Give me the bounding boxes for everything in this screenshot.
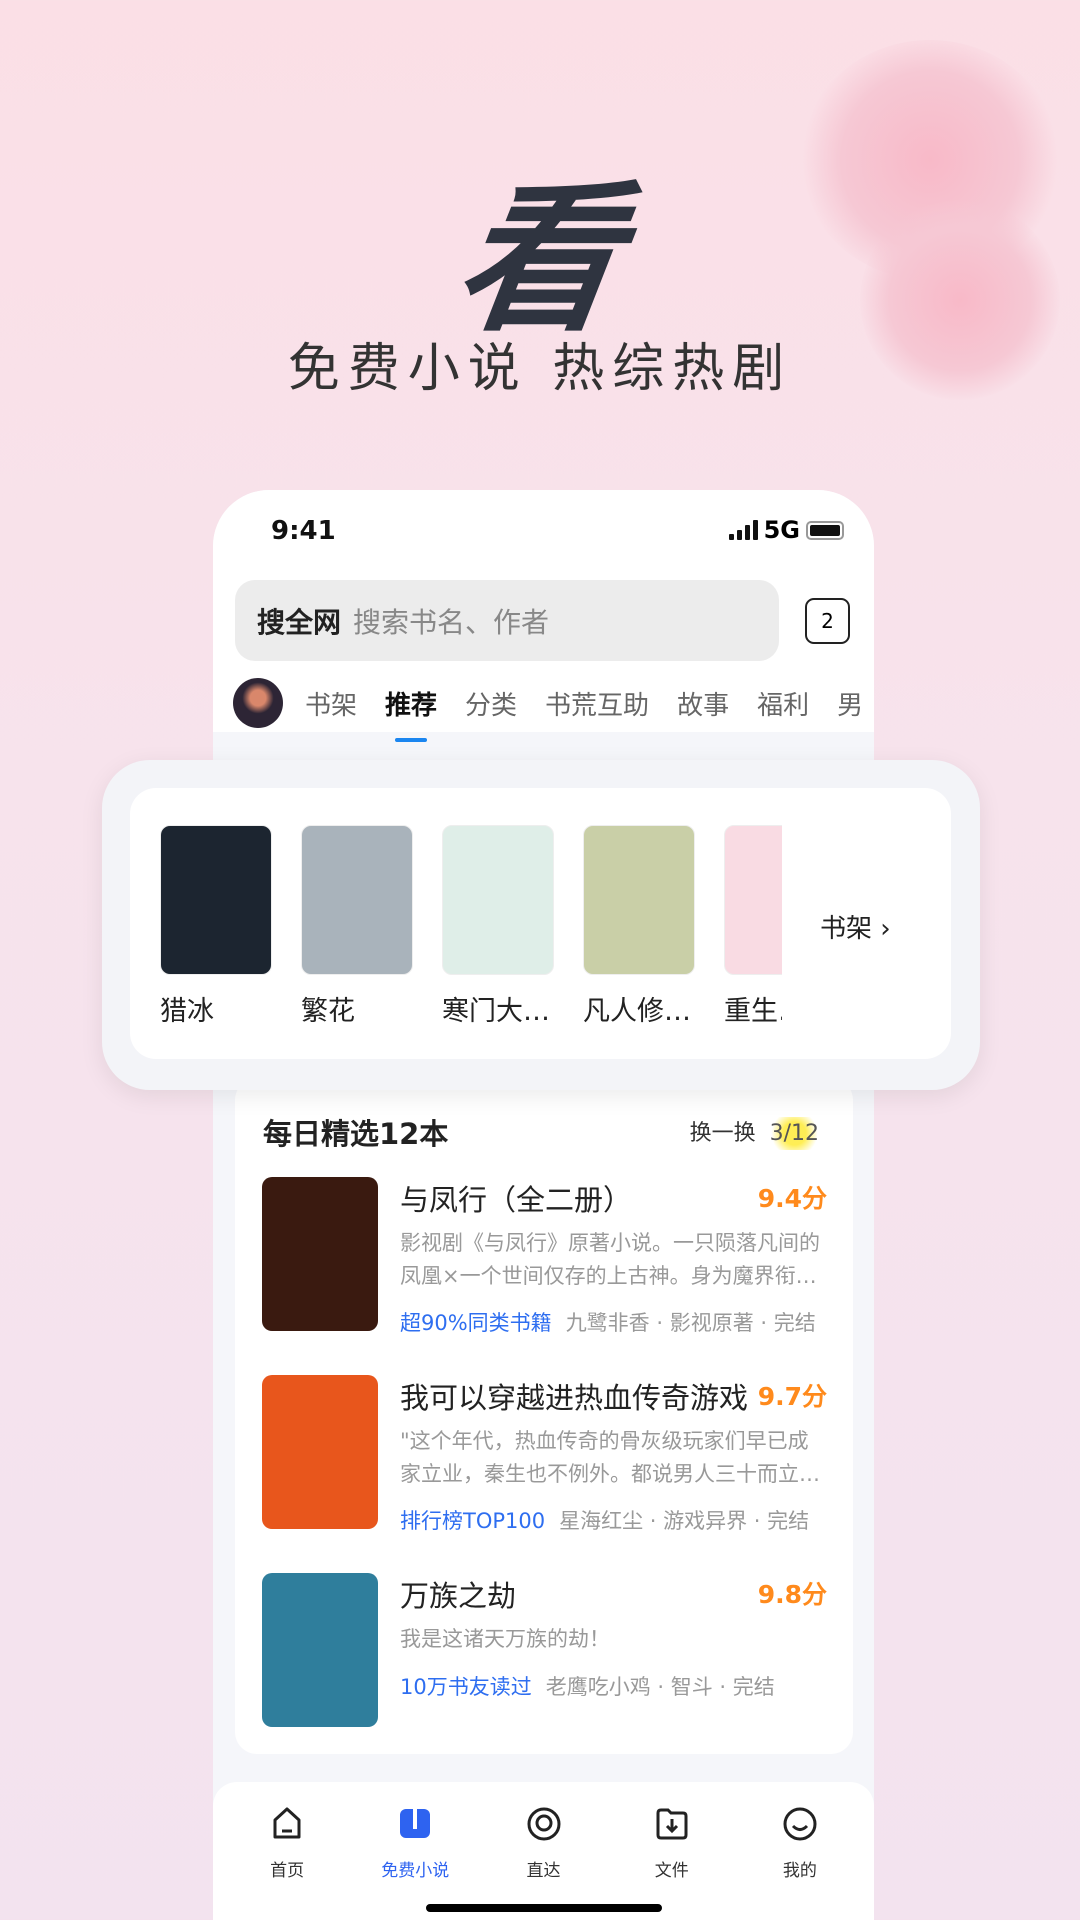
nav-free-novel-label: 免费小说 [381,1861,450,1881]
page-indicator: 3/12 [765,1117,823,1150]
book-tags: 超90%同类书籍 九鹭非香 · 影视原著 · 完结 [400,1307,816,1337]
book-score: 9.4分 [757,1184,827,1213]
book-icon [400,1809,431,1838]
book-cover [262,1375,378,1529]
tab-male[interactable]: 男 [837,685,863,722]
tab-welfare[interactable]: 福利 [757,685,809,722]
profile-icon [783,1807,817,1841]
book-title: 猎冰 [160,996,214,1027]
nav-me-label: 我的 [782,1861,817,1881]
avatar[interactable] [233,678,283,728]
nav-me[interactable]: 我的 [736,1782,864,1920]
header: 9:41 5G 搜全网 搜索书名、作者 2 书架 推荐 分类 书荒互助 故事 福… [213,490,874,742]
book-cover [442,825,554,975]
tab-story[interactable]: 故事 [677,685,729,722]
book-cover [301,825,413,975]
status-time: 9:41 [271,516,336,546]
tab-bookshelf[interactable]: 书架 [305,685,357,722]
battery-icon [806,520,844,540]
book-title: 凡人修… [583,996,691,1027]
swap-label: 换一换 [689,1121,756,1146]
bookshelf-link[interactable]: 书架 › [820,908,891,945]
phone-frame: 9:41 5G 搜全网 搜索书名、作者 2 书架 推荐 分类 书荒互助 故事 福… [213,490,874,1920]
book-title: 与凤行（全二册） [400,1183,633,1217]
signal-icon [728,520,758,540]
book-description: "这个年代，热血传奇的骨灰级玩家们早已成家立业，秦生也不例外。都说男人三十而立… [400,1429,820,1486]
book-meta: 星海红尘 · 游戏异界 · 完结 [559,1509,810,1533]
nav-free-novel[interactable]: 免费小说 [351,1782,479,1920]
book-list-item[interactable]: 我可以穿越进热血传奇游戏 9.7分 "这个年代，热血传奇的骨灰级玩家们早已成家立… [262,1375,827,1533]
daily-picks-title: 每日精选12本 [263,1117,449,1151]
search-input[interactable]: 搜全网 搜索书名、作者 [235,580,779,661]
tab-recommend[interactable]: 推荐 [385,685,437,742]
bookshelf-card: 书架 › 猎冰 繁花 寒门大… 凡人修… 重生… [130,788,951,1059]
hero-subtitle: 免费小说 热综热剧 [287,339,793,399]
book-score: 9.7分 [757,1382,827,1411]
book-title: 万族之劫 [400,1579,517,1613]
search-placeholder: 搜索书名、作者 [353,605,550,639]
nav-files[interactable]: 文件 [608,1782,736,1920]
daily-picks-card: 每日精选12本 换一换 3/12 与凤行（全二册） 9.4分 影视剧《与凤行》原著… [235,1078,853,1754]
book-highlight: 超90%同类书籍 [400,1311,552,1335]
bookshelf-popup: 书架 › 猎冰 繁花 寒门大… 凡人修… 重生… [102,760,980,1090]
book-title: 寒门大… [442,996,550,1027]
shelf-book[interactable]: 凡人修… [583,825,695,1028]
direct-icon [527,1807,560,1841]
file-icon [656,1808,688,1840]
book-score: 9.8分 [757,1580,827,1609]
shelf-book[interactable]: 寒门大… [442,825,554,1028]
shelf-book[interactable]: 重生… [724,825,782,1028]
book-tags: 10万书友读过 老鹰吃小鸡 · 智斗 · 完结 [400,1671,775,1701]
home-icon [273,1807,301,1839]
book-meta: 九鹭非香 · 影视原著 · 完结 [565,1311,816,1335]
book-cover [262,1573,378,1727]
book-cover [160,825,272,975]
book-highlight: 排行榜TOP100 [400,1509,546,1533]
nav-home-label: 首页 [270,1861,305,1881]
book-title: 繁花 [301,996,355,1027]
book-cover [583,825,695,975]
nav-direct-label: 直达 [526,1861,561,1881]
book-cover [262,1177,378,1331]
tab-bar: 书架 推荐 分类 书荒互助 故事 福利 男 [233,678,874,742]
swap-button[interactable]: 换一换 3/12 [689,1115,823,1150]
tab-category[interactable]: 分类 [465,685,517,722]
book-highlight: 10万书友读过 [400,1675,532,1699]
book-cover [724,825,782,975]
book-description: 影视剧《与凤行》原著小说。一只陨落凡间的凤凰×一个世间仅存的上古神。身为魔界衔… [400,1231,820,1288]
book-title: 重生… [724,996,782,1027]
book-title: 我可以穿越进热血传奇游戏 [400,1381,749,1415]
home-indicator [426,1904,662,1912]
status-icons: 5G [728,516,844,544]
book-tags: 排行榜TOP100 星海红尘 · 游戏异界 · 完结 [400,1505,809,1535]
tab-count-button[interactable]: 2 [805,598,850,644]
tab-book-help[interactable]: 书荒互助 [545,685,649,722]
book-list-item[interactable]: 万族之劫 9.8分 我是这诸天万族的劫！ 10万书友读过 老鹰吃小鸡 · 智斗 ·… [262,1573,827,1727]
shelf-book[interactable]: 猎冰 [160,825,272,1028]
shelf-book[interactable]: 繁花 [301,825,413,1028]
nav-home[interactable]: 首页 [223,1782,351,1920]
search-scope: 搜全网 [257,605,342,639]
network-label: 5G [763,516,800,544]
book-list-item[interactable]: 与凤行（全二册） 9.4分 影视剧《与凤行》原著小说。一只陨落凡间的凤凰×一个世… [262,1177,827,1335]
nav-files-label: 文件 [654,1861,689,1881]
book-meta: 老鹰吃小鸡 · 智斗 · 完结 [545,1675,775,1699]
nav-direct[interactable]: 直达 [479,1782,607,1920]
bottom-nav: 首页 免费小说 直达 文件 我的 [213,1782,874,1920]
